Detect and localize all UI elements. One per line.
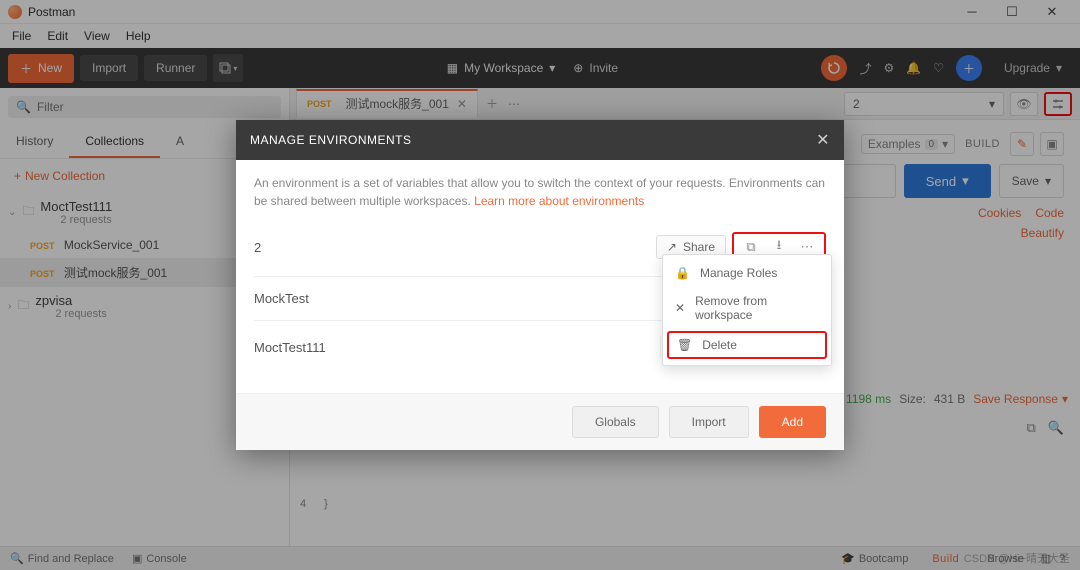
remove-from-workspace-item[interactable]: ✕ Remove from workspace	[663, 287, 831, 329]
share-label: Share	[683, 240, 715, 254]
globals-button[interactable]: Globals	[572, 406, 659, 438]
remove-label: Remove from workspace	[695, 294, 819, 322]
modal-title: MANAGE ENVIRONMENTS	[250, 133, 412, 147]
modal-import-button[interactable]: Import	[669, 406, 749, 438]
modal-description: An environment is a set of variables tha…	[236, 160, 844, 218]
delete-item[interactable]: 🗑 Delete	[667, 331, 827, 359]
modal-footer: Globals Import Add	[236, 393, 844, 450]
manage-roles-item[interactable]: 🔒 Manage Roles	[663, 259, 831, 287]
learn-more-link[interactable]: Learn more about environments	[474, 194, 644, 208]
lock-icon: 🔒	[675, 266, 690, 280]
copy-icon: ⧉	[746, 239, 755, 255]
delete-label: Delete	[702, 338, 737, 352]
row-actions-menu: 🔒 Manage Roles ✕ Remove from workspace 🗑…	[662, 254, 832, 366]
add-environment-button[interactable]: Add	[759, 406, 826, 438]
x-icon: ✕	[675, 301, 685, 315]
modal-overlay: MANAGE ENVIRONMENTS ✕ An environment is …	[0, 0, 1080, 570]
trash-icon: 🗑	[677, 338, 692, 352]
manage-roles-label: Manage Roles	[700, 266, 777, 280]
more-icon: ⋯	[801, 239, 814, 255]
modal-close-button[interactable]: ✕	[816, 130, 830, 150]
share-arrow-icon: ↗	[667, 240, 677, 254]
modal-header: MANAGE ENVIRONMENTS ✕	[236, 120, 844, 160]
environment-name: 2	[254, 240, 656, 255]
environment-name: MoctTest111	[254, 340, 660, 355]
